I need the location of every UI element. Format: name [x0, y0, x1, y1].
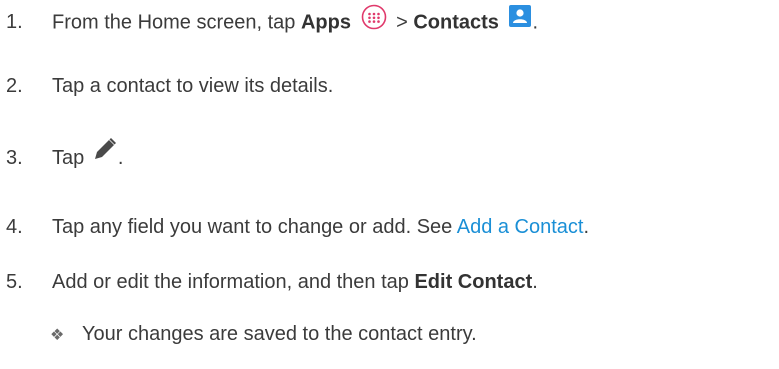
- contacts-icon: [508, 4, 532, 34]
- pencil-icon: [92, 136, 118, 168]
- step-number: 1.: [6, 11, 23, 34]
- step-end: .: [532, 271, 538, 293]
- step-1: 1. From the Home screen, tap Apps > Conta…: [6, 4, 539, 36]
- result-note-text: Your changes are saved to the contact en…: [82, 323, 477, 345]
- step-4: 4. Tap any field you want to change or ad…: [6, 215, 589, 239]
- step-text: Tap any field you want to change or add.…: [52, 216, 457, 238]
- step-number: 4.: [6, 216, 23, 238]
- apps-label: Apps: [300, 11, 351, 34]
- step-text: Tap a contact to view its details.: [52, 75, 334, 97]
- step-number: 2.: [6, 75, 23, 97]
- contacts-label: Contacts: [413, 11, 499, 34]
- step-text: Tap: [52, 147, 90, 169]
- apps-icon: [361, 4, 387, 36]
- step-end: .: [117, 147, 124, 169]
- step-2: 2. Tap a contact to view its details.: [6, 74, 333, 98]
- step-number: 5.: [6, 271, 23, 293]
- step-end: .: [532, 11, 539, 34]
- diamond-bullet-icon: ❖: [50, 327, 65, 344]
- step-end: .: [583, 216, 590, 238]
- result-note: ❖ Your changes are saved to the contact e…: [50, 322, 477, 348]
- step-3: 3. Tap .: [6, 137, 124, 170]
- separator: >: [390, 11, 414, 34]
- step-number: 3.: [6, 147, 23, 169]
- add-a-contact-link[interactable]: Add a Contact: [457, 216, 584, 238]
- step-5: 5. Add or edit the information, and then …: [6, 270, 538, 294]
- edit-contact-label: Edit Contact: [414, 271, 533, 293]
- step-text: Add or edit the information, and then ta…: [52, 271, 415, 293]
- step-text: From the Home screen, tap: [52, 11, 301, 34]
